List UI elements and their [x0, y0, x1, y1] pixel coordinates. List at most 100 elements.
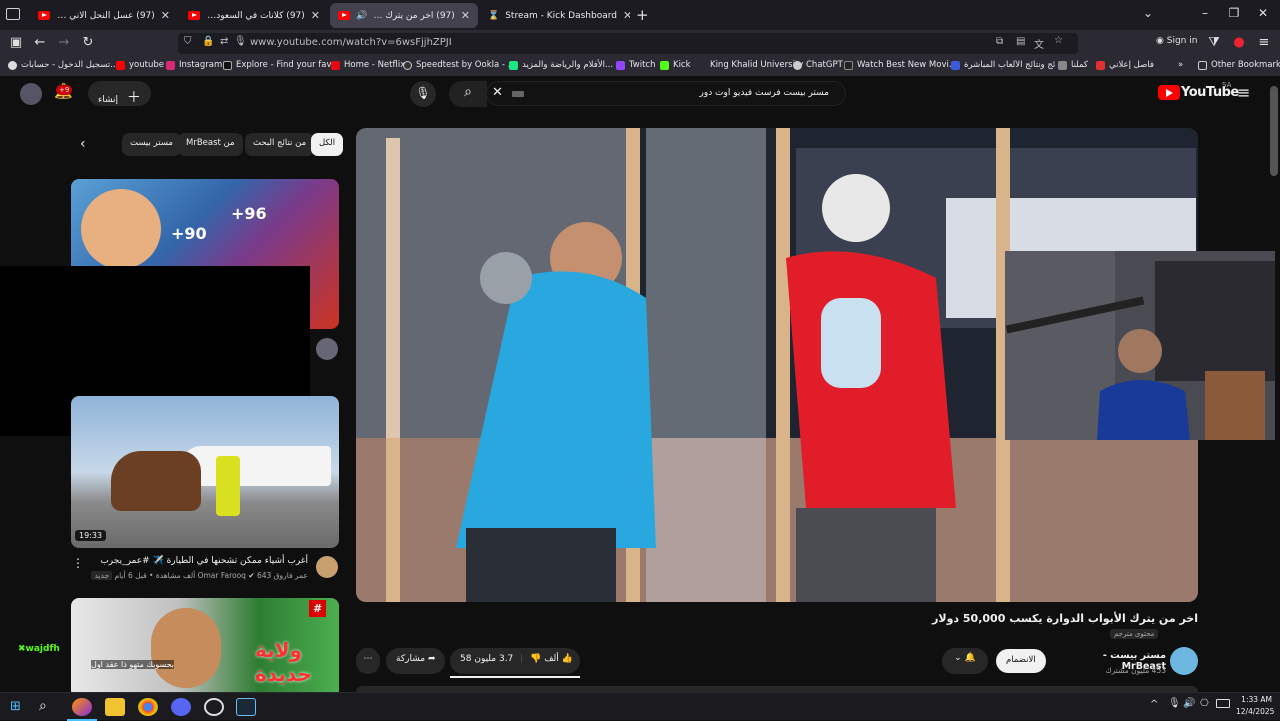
keyboard-tray-icon[interactable] — [1216, 699, 1230, 708]
related-thumbnail[interactable]: 19:33 — [71, 396, 339, 548]
bookmark-item[interactable]: نتائج ونتائج الألعاب المباشرة... — [951, 60, 1056, 70]
bookmarks-overflow-icon[interactable]: » — [1178, 60, 1183, 70]
menu-icon[interactable]: ≡ — [1237, 83, 1250, 102]
like-count: 3.7 مليون — [474, 654, 514, 664]
join-button[interactable]: الانضمام — [996, 649, 1046, 673]
lock-icon[interactable]: 🔒 — [202, 36, 214, 47]
clear-search-icon[interactable]: ✕ — [492, 85, 503, 100]
chip-from-mrbeast[interactable]: من MrBeast — [178, 133, 243, 156]
maximize-button[interactable]: ❐ — [1219, 6, 1249, 20]
webcam-overlay — [1005, 251, 1275, 440]
steam-icon[interactable] — [236, 698, 256, 716]
page-scrollbar[interactable] — [1270, 86, 1278, 176]
speaker-icon[interactable]: 🔊 — [356, 11, 367, 21]
bookmark-item[interactable]: الأفلام والرياضة والمزيد... — [509, 60, 613, 70]
close-tab-icon[interactable]: ✕ — [623, 9, 630, 22]
tab-overflow-chevron-icon[interactable]: ⌄ — [1133, 6, 1163, 20]
bookmark-item[interactable]: كملنا — [1058, 60, 1088, 70]
more-options-icon[interactable]: ⋮ — [72, 556, 84, 570]
bookmark-item[interactable]: youtube — [116, 60, 164, 70]
file-explorer-icon[interactable] — [105, 698, 125, 716]
other-bookmarks-folder[interactable]: Other Bookmarks — [1198, 60, 1280, 70]
related-thumbnail[interactable]: ولاية حديدة # بحسوبك متهو ذا عقد اول — [71, 598, 339, 692]
obs-icon[interactable] — [204, 698, 224, 716]
bookmark-item[interactable]: Twitch — [616, 60, 656, 70]
chip-all[interactable]: الكل — [311, 133, 344, 156]
sign-in-button[interactable]: ◉ Sign in — [1156, 36, 1197, 46]
tab-title: Stream - Kick Dashboard — [505, 10, 618, 21]
close-tab-icon[interactable]: ✕ — [161, 9, 170, 22]
thumbnail-rating: +90 — [171, 224, 207, 243]
notification-bell-button[interactable]: ⌄ 🔔 — [942, 648, 988, 674]
bookmark-item[interactable]: Speedtest by Ookla - ... — [403, 60, 516, 70]
sidebar-icon[interactable]: ▣ — [6, 35, 26, 50]
keyboard-icon[interactable] — [512, 91, 524, 97]
search-input[interactable]: مستر بيست فرست فيديو اوت دور — [486, 81, 846, 106]
permissions-icon[interactable]: ⇄ — [220, 36, 228, 47]
tab-4[interactable]: ⌛ Stream - Kick Dashboard ✕ — [480, 3, 630, 28]
tray-chevron-icon[interactable]: ^ — [1150, 699, 1158, 710]
tab-1[interactable]: (97) عسل النحل الاني ياهو - ...be ✕ — [30, 3, 178, 28]
extensions-icon[interactable]: ⧩ — [1204, 35, 1224, 50]
bookmark-item[interactable]: ChatGPT — [793, 60, 843, 70]
firefox-icon[interactable] — [72, 698, 92, 716]
close-tab-icon[interactable]: ✕ — [311, 9, 320, 22]
chip-mrbeast-ar[interactable]: مستر بيست — [122, 133, 181, 156]
clock-date[interactable]: 12/4/2025 — [1236, 707, 1274, 716]
bookmark-item[interactable]: فاصل إعلاني — [1096, 60, 1154, 70]
mic-indicator-icon[interactable]: 🎙 — [234, 36, 247, 47]
close-tab-icon[interactable]: ✕ — [461, 9, 470, 22]
youtube-page: 🔔 +9 إنشاء ＋ 🎙 ⌕ مستر بيست فرست فيديو او… — [0, 76, 1280, 692]
tab-list-icon[interactable] — [6, 8, 20, 20]
bookmark-item[interactable]: Kick — [660, 60, 691, 70]
channel-avatar[interactable] — [316, 338, 338, 360]
avatar[interactable] — [20, 83, 42, 105]
search-query-text: مستر بيست فرست فيديو اوت دور — [699, 88, 830, 98]
network-tray-icon[interactable]: ⎔ — [1200, 698, 1209, 709]
bookmark-item[interactable]: Explore - Find your fav... — [223, 60, 339, 70]
search-button[interactable]: ⌕ — [449, 81, 487, 107]
share-button[interactable]: مشاركة ➦ — [386, 648, 446, 674]
shield-icon[interactable]: ⛉ — [184, 36, 192, 47]
chat-username: wajdfh — [25, 644, 60, 654]
bookmark-item[interactable]: Instagram — [166, 60, 222, 70]
search-icon[interactable]: ⌕ — [39, 698, 47, 714]
forward-button[interactable]: → — [54, 35, 74, 50]
like-button[interactable]: 3.7 مليون 👍 — [474, 654, 573, 664]
more-actions-button[interactable]: ⋯ — [356, 648, 380, 674]
reader-view-icon[interactable]: ▤ — [1016, 36, 1025, 47]
chrome-icon[interactable] — [138, 698, 158, 716]
bookmark-item[interactable]: تسجيل الدخول - حسابات... — [8, 60, 118, 70]
chip-from-results[interactable]: من نتائج البحث — [245, 133, 315, 156]
channel-avatar[interactable] — [316, 556, 338, 578]
extension-red-icon[interactable]: ● — [1229, 35, 1249, 50]
volume-tray-icon[interactable]: 🔊 — [1183, 698, 1195, 709]
address-bar[interactable]: ⛉ 🔒 ⇄ 🎙 www.youtube.com/watch?v=6wsFjjhZ… — [178, 33, 1078, 54]
voice-search-button[interactable]: 🎙 — [410, 81, 436, 107]
microphone-tray-icon[interactable]: 🎙 — [1168, 698, 1181, 709]
bookmark-star-icon[interactable]: ☆ — [1054, 35, 1063, 46]
channel-avatar[interactable] — [1170, 647, 1198, 675]
create-button[interactable]: إنشاء ＋ — [88, 81, 151, 106]
clock-time[interactable]: 1:33 AM — [1236, 695, 1272, 704]
url-text[interactable]: www.youtube.com/watch?v=6wsFjjhZPJI — [250, 37, 452, 48]
windows-start-icon[interactable]: ⊞ — [10, 699, 21, 714]
chips-prev-chevron-icon[interactable]: ‹ — [80, 136, 86, 152]
menu-icon[interactable]: ≡ — [1254, 35, 1274, 50]
translate-icon[interactable]: 文 — [1034, 36, 1044, 51]
tab-2[interactable]: (97) كلانات في السعوديه - ...Tube ✕ — [180, 3, 328, 28]
close-window-button[interactable]: ✕ — [1248, 6, 1278, 20]
kick-favicon-icon: ⌛ — [488, 10, 500, 21]
reload-button[interactable]: ↻ — [78, 35, 98, 50]
picture-in-picture-icon[interactable]: ⧉ — [996, 36, 1003, 47]
discord-icon[interactable] — [171, 698, 191, 716]
tab-3-active[interactable]: 🔊 (97) اخر من يترك الأبواب الد... ✕ — [330, 3, 478, 28]
bookmark-item[interactable]: Watch Best New Movi... — [844, 60, 957, 70]
back-button[interactable]: ← — [30, 35, 50, 50]
bookmark-item[interactable]: King Khalid University — [697, 60, 803, 70]
minimize-button[interactable]: – — [1190, 6, 1220, 20]
related-video-title[interactable]: أغرب أشياء ممكن تشحنها في الطيارة ✈️ #عم… — [90, 556, 308, 566]
bookmark-item[interactable]: Home - Netflix — [331, 60, 405, 70]
hashtag-badge: # — [309, 600, 327, 617]
new-tab-button[interactable]: + — [636, 6, 649, 24]
